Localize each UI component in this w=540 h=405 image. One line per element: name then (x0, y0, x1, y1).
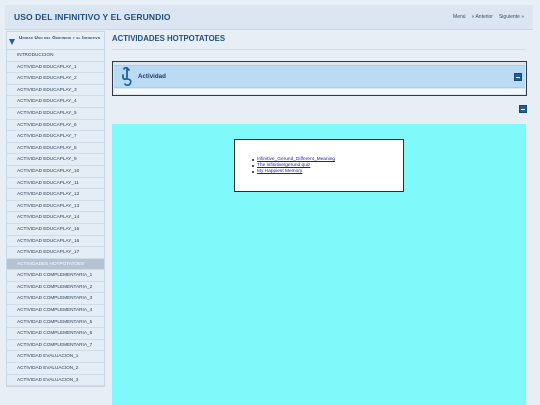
idevice-body (114, 89, 525, 94)
links-box: Infinitive_Gerund_Different_Meaning The i… (234, 139, 404, 192)
sidebar-section-header[interactable]: Unidad Uso del Gerundio y el Infinitivo (7, 32, 104, 50)
sidebar-item[interactable]: ACTIVIDAD EDUCAPLAY_7 (7, 131, 104, 143)
previous-link[interactable]: « Anterior (472, 14, 493, 20)
chevron-down-icon[interactable] (9, 39, 15, 45)
sidebar-item[interactable]: ACTIVIDAD EDUCAPLAY_15 (7, 223, 104, 236)
sidebar-item[interactable]: ACTIVIDAD EDUCAPLAY_12 (7, 189, 104, 201)
idevice-label: Actividad (138, 73, 166, 80)
sidebar-item[interactable]: ACTIVIDAD EDUCAPLAY_17 (7, 247, 104, 259)
idevice-header: Actividad (114, 65, 525, 88)
sidebar-item[interactable]: ACTIVIDAD COMPLEMENTARIA_6 (7, 328, 104, 340)
title-divider (112, 49, 526, 50)
embedded-frame: Infinitive_Gerund_Different_Meaning The i… (112, 124, 526, 405)
idevice-panel: Actividad (112, 61, 527, 96)
sidebar-item[interactable]: ACTIVIDADES HOTPOTATOES (7, 258, 104, 271)
sidebar-item[interactable]: ACTIVIDAD COMPLEMENTARIA_3 (7, 293, 104, 306)
sidebar-item[interactable]: ACTIVIDAD COMPLEMENTARIA_4 (7, 305, 104, 317)
sidebar-item[interactable]: ACTIVIDAD EDUCAPLAY_10 (7, 165, 104, 178)
sidebar-item[interactable]: ACTIVIDAD EDUCAPLAY_14 (7, 212, 104, 224)
page-header: USO DEL INFINITIVO Y EL GERUNDIO Menú « … (5, 5, 533, 30)
sidebar-item[interactable]: ACTIVIDAD EDUCAPLAY_9 (7, 154, 104, 166)
sidebar-item[interactable]: ACTIVIDAD EVALUACION_2 (7, 363, 104, 375)
site-title: USO DEL INFINITIVO Y EL GERUNDIO (14, 12, 171, 22)
sidebar-item[interactable]: ACTIVIDAD COMPLEMENTARIA_5 (7, 316, 104, 329)
sidebar-item[interactable]: ACTIVIDAD COMPLEMENTARIA_2 (7, 281, 104, 294)
sidebar-item[interactable]: ACTIVIDAD EDUCAPLAY_13 (7, 200, 104, 213)
sidebar-item[interactable]: ACTIVIDAD EDUCAPLAY_1 (7, 61, 104, 74)
next-link[interactable]: Siguiente » (499, 14, 524, 20)
sidebar-item[interactable]: ACTIVIDAD EVALUACION_3 (7, 374, 104, 387)
collapse-icon[interactable] (519, 105, 527, 113)
hook-icon (122, 67, 132, 86)
sidebar-nav: Unidad Uso del Gerundio y el Infinitivo … (6, 31, 105, 388)
sidebar-item-list: INTRODUCCION ACTIVIDAD EDUCAPLAY_1 ACTIVID… (7, 50, 104, 387)
activity-link-list: Infinitive_Gerund_Different_Meaning The i… (251, 157, 335, 175)
sidebar-item[interactable]: ACTIVIDAD EDUCAPLAY_5 (7, 107, 104, 120)
collapse-icon[interactable] (514, 73, 522, 81)
activity-link[interactable]: My Happiest Memory (251, 169, 335, 175)
top-navigation: Menú « Anterior Siguiente » (453, 14, 524, 20)
sidebar-item[interactable]: ACTIVIDAD EDUCAPLAY_16 (7, 235, 104, 248)
menu-link[interactable]: Menú (453, 14, 466, 20)
sidebar-item[interactable]: ACTIVIDAD EDUCAPLAY_3 (7, 84, 104, 97)
sidebar-item[interactable]: ACTIVIDAD EDUCAPLAY_11 (7, 177, 104, 190)
page-title: ACTIVIDADES HOTPOTATOES (112, 34, 226, 43)
sidebar-item[interactable]: ACTIVIDAD EDUCAPLAY_2 (7, 73, 104, 85)
sidebar-item[interactable]: ACTIVIDAD EDUCAPLAY_8 (7, 142, 104, 155)
sidebar-item[interactable]: INTRODUCCION (7, 50, 104, 62)
sidebar-item[interactable]: ACTIVIDAD COMPLEMENTARIA_1 (7, 270, 104, 282)
sidebar-item[interactable]: ACTIVIDAD COMPLEMENTARIA_7 (7, 339, 104, 352)
sidebar-section-title: Unidad Uso del Gerundio y el Infinitivo (19, 35, 101, 40)
sidebar-item[interactable]: ACTIVIDAD EDUCAPLAY_4 (7, 96, 104, 108)
sidebar-item[interactable]: ACTIVIDAD EVALUACION_1 (7, 351, 104, 364)
sidebar-item[interactable]: ACTIVIDAD EDUCAPLAY_6 (7, 119, 104, 132)
